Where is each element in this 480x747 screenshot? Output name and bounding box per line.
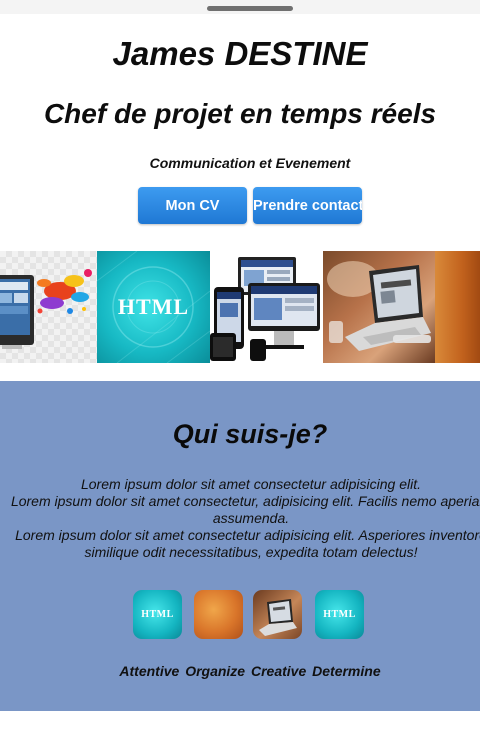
quality-creative: Creative [250,663,307,679]
laptop-on-desk-image [323,251,435,363]
browser-top-bar [0,0,480,14]
orange-abstract-image [435,251,480,363]
html-icon-label: HTML [141,609,174,620]
image-gallery: HTML [0,251,480,363]
orange-abstract-icon [194,590,243,639]
about-title: Qui suis-je? [172,419,328,449]
html-icon: HTML [133,590,182,639]
quality-attentive: Attentive [119,663,180,679]
qualities-list: Attentive Organize Creative Determine [0,661,480,681]
quality-organize: Organize [185,663,246,679]
quality-determine: Determine [312,663,381,679]
html-banner-image: HTML [97,251,210,363]
about-paragraph: Lorem ipsum dolor sit amet consectetur a… [15,527,480,560]
about-text: Lorem ipsum dolor sit amet consectetur a… [6,476,480,561]
page-subtitle: Chef de projet en temps réels [43,98,437,129]
html-banner-text: HTML [117,294,190,319]
page-title: James DESTINE [112,35,368,72]
colorful-monitor-splash-image [0,251,97,363]
contact-button[interactable]: Prendre contact [253,187,362,224]
html-icon: HTML [315,590,364,639]
cv-button[interactable]: Mon CV [138,187,247,224]
about-paragraph: Lorem ipsum dolor sit amet consectetur a… [80,476,422,492]
about-paragraph: Lorem ipsum dolor sit amet consectetur, … [10,493,480,526]
drag-handle[interactable] [207,6,293,11]
tagline: Communication et Evenement [149,155,351,171]
laptop-icon [253,590,302,639]
html-icon-label: HTML [323,609,356,620]
responsive-devices-image [210,251,323,363]
